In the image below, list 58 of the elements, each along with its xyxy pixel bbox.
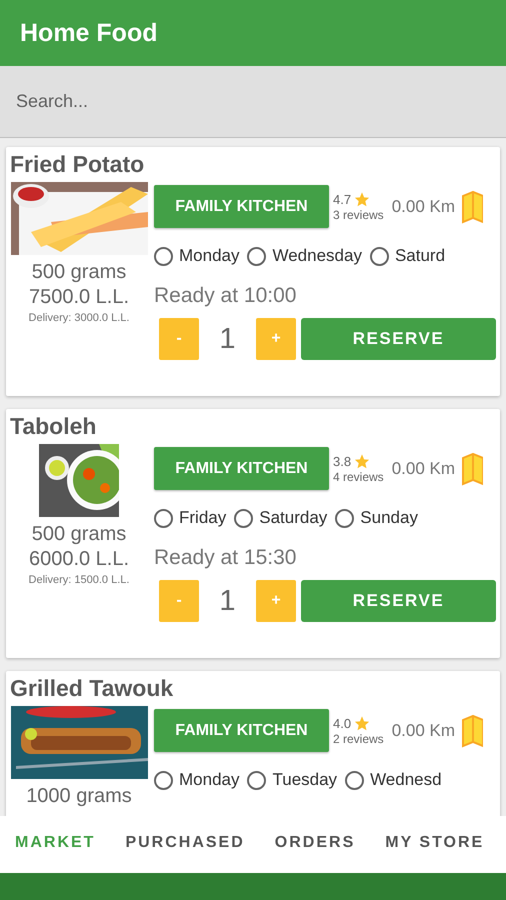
seller-button[interactable]: FAMILY KITCHEN <box>154 709 329 752</box>
radio-button[interactable] <box>335 508 354 528</box>
rating-text: 3.8 <box>333 454 352 469</box>
reviews-text: 4 reviews <box>333 470 384 484</box>
radio-button[interactable] <box>154 246 173 266</box>
day-label: Saturd <box>394 246 446 266</box>
app-title: Home Food <box>20 18 158 48</box>
star-icon <box>353 453 372 470</box>
map-icon <box>461 452 483 486</box>
radio-button[interactable] <box>345 770 364 790</box>
minus-button[interactable]: - <box>159 318 199 360</box>
quantity-text: 1 <box>218 322 237 356</box>
rating-text: 4.7 <box>333 192 352 207</box>
distance-text: 0.00 Km <box>392 196 455 216</box>
day-label: Wednesd <box>370 770 442 790</box>
star-icon <box>353 191 372 208</box>
weight-text: 500 grams <box>32 261 126 284</box>
distance-text: 0.00 Km <box>392 720 455 740</box>
price-text: 6000.0 L.L. <box>28 548 130 571</box>
rating-text: 4.0 <box>333 716 352 731</box>
day-label: Wednesday <box>272 246 362 266</box>
radio-button[interactable] <box>247 246 266 266</box>
day-label: Tuesday <box>272 770 338 790</box>
day-label: Monday <box>179 770 240 790</box>
weight-text: 1000 grams <box>26 785 132 808</box>
radio-button[interactable] <box>234 508 254 528</box>
map-icon <box>461 190 483 224</box>
ready-time: Ready at 10:00 <box>154 284 298 308</box>
plus-button[interactable]: + <box>256 580 296 622</box>
day-label: Monday <box>179 246 240 266</box>
ready-time: Ready at 15:30 <box>154 546 298 570</box>
map-icon <box>461 714 483 748</box>
day-label: Saturday <box>259 508 328 528</box>
seller-button[interactable]: FAMILY KITCHEN <box>154 185 329 228</box>
seller-button[interactable]: FAMILY KITCHEN <box>154 447 329 490</box>
quantity-text: 1 <box>218 584 237 618</box>
delivery-text: Delivery: 3000.0 L.L. <box>28 312 130 324</box>
radio-button[interactable] <box>154 770 173 790</box>
radio-button[interactable] <box>370 246 389 266</box>
day-label: Sunday <box>360 508 418 528</box>
radio-button[interactable] <box>154 508 173 528</box>
distance-text: 0.00 Km <box>392 458 455 478</box>
minus-button[interactable]: - <box>159 580 199 622</box>
radio-button[interactable] <box>247 770 266 790</box>
reserve-button[interactable]: RESERVE <box>301 580 496 622</box>
search-field[interactable]: Search... <box>0 66 506 138</box>
food-name: Taboleh <box>10 413 98 440</box>
price-text: 7500.0 L.L. <box>28 286 130 309</box>
food-name: Grilled Tawouk <box>10 675 174 702</box>
plus-button[interactable]: + <box>256 318 296 360</box>
day-label: Friday <box>179 508 226 528</box>
weight-text: 500 grams <box>32 523 126 546</box>
reserve-button[interactable]: RESERVE <box>301 318 496 360</box>
reviews-text: 3 reviews <box>333 208 384 222</box>
reviews-text: 2 reviews <box>333 732 384 746</box>
star-icon <box>353 715 372 732</box>
delivery-text: Delivery: 1500.0 L.L. <box>28 574 130 586</box>
food-name: Fried Potato <box>10 151 146 178</box>
